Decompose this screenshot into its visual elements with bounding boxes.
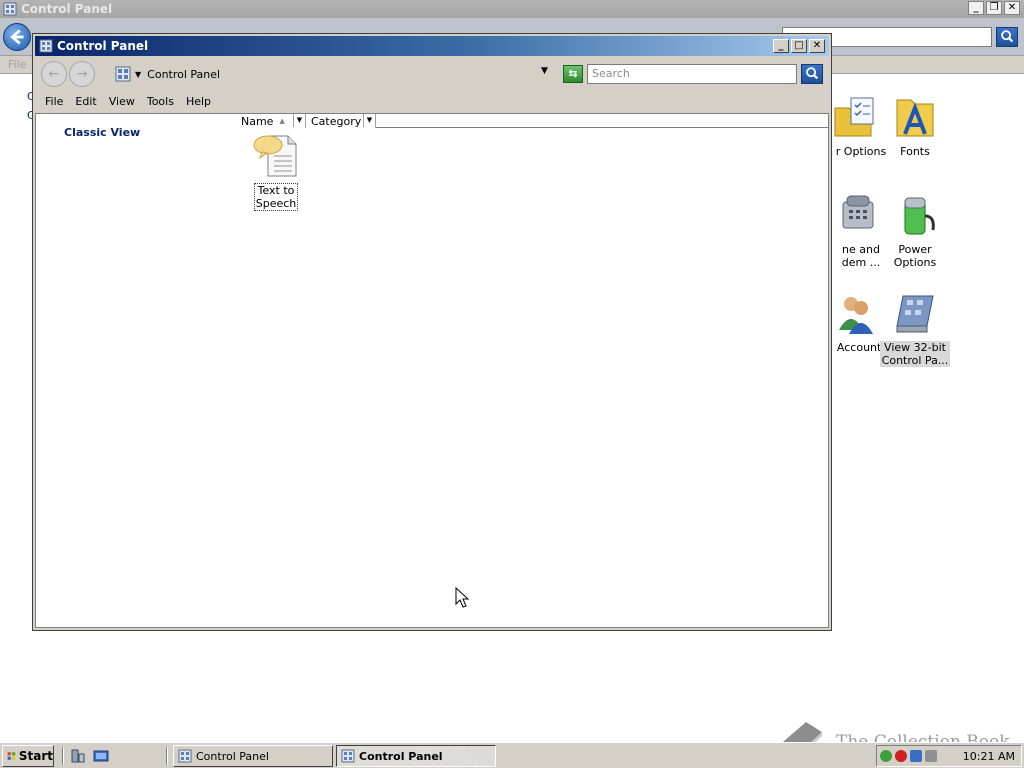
refresh-button[interactable]: ⇆ <box>563 65 583 83</box>
menu-help[interactable]: Help <box>180 92 217 112</box>
control-panel-window: Control Panel _ □ ✕ ← → ▼ Control Panel … <box>32 33 832 631</box>
background-menu-file[interactable]: File <box>8 58 26 71</box>
refresh-icon: ⇆ <box>568 67 578 80</box>
background-window-titlebar[interactable]: Control Panel _ ❐ ✕ <box>0 0 1024 18</box>
control-panel-icon <box>178 749 192 763</box>
taskbar: Start Control Panel Control Panel 10:21 … <box>0 742 1024 768</box>
quicklaunch-separator <box>166 747 168 765</box>
taskbar-button-control-panel[interactable]: Control Panel <box>173 745 333 767</box>
forward-arrow-icon: → <box>76 66 88 82</box>
menu-view[interactable]: View <box>103 92 141 112</box>
window-title: Control Panel <box>57 39 149 53</box>
chevron-down-icon[interactable]: ▼ <box>293 114 305 127</box>
background-caption-buttons: _ ❐ ✕ <box>968 1 1020 15</box>
list-item-label: Text to Speech <box>253 183 299 211</box>
minimize-button[interactable]: _ <box>968 1 984 15</box>
view-32bit-control-panel-item[interactable]: View 32-bit Control Pa... <box>876 290 954 367</box>
background-window-title: Control Panel <box>21 2 113 16</box>
search-input[interactable]: Search <box>587 64 797 84</box>
back-arrow-icon: ← <box>48 66 60 82</box>
power-options-item[interactable]: Power Options <box>876 192 954 269</box>
user-accounts-icon <box>839 297 873 334</box>
menu-edit[interactable]: Edit <box>69 92 102 112</box>
address-bar[interactable]: ▼ Control Panel <box>111 63 559 85</box>
sort-ascending-icon: ▲ <box>279 117 285 125</box>
control-panel-32bit-icon <box>896 295 934 333</box>
search-icon <box>1001 30 1014 43</box>
control-panel-icon <box>115 66 131 82</box>
volume-muted-icon[interactable] <box>925 750 937 762</box>
menu-file[interactable]: File <box>39 92 69 112</box>
background-search-button[interactable] <box>996 27 1018 47</box>
maximize-button[interactable]: □ <box>791 39 807 53</box>
menu-tools[interactable]: Tools <box>141 92 180 112</box>
control-panel-icon <box>341 749 355 763</box>
address-toolbar: ← → ▼ Control Panel ▼ ⇆ Search <box>35 58 829 90</box>
security-shield-icon[interactable] <box>880 750 892 762</box>
network-icon[interactable] <box>910 750 922 762</box>
phone-modem-icon <box>842 195 874 229</box>
window-caption-buttons: _ □ ✕ <box>773 39 825 53</box>
clock[interactable]: 10:21 AM <box>963 750 1015 763</box>
back-button[interactable]: ← <box>41 61 67 87</box>
forward-button[interactable]: → <box>69 61 95 87</box>
fonts-folder-icon <box>896 99 934 137</box>
breadcrumb-chevron-icon[interactable]: ▼ <box>135 70 141 79</box>
server-manager-icon[interactable] <box>70 748 86 764</box>
control-panel-icon <box>3 2 17 16</box>
alert-icon[interactable] <box>895 750 907 762</box>
start-label: Start <box>18 749 53 763</box>
control-panel-icon <box>39 39 53 53</box>
system-tray: 10:21 AM <box>876 745 1022 767</box>
folder-options-icon <box>834 97 874 137</box>
mouse-cursor-icon <box>455 587 469 608</box>
close-button[interactable]: ✕ <box>809 39 825 53</box>
windows-logo-icon <box>7 752 16 760</box>
taskbar-button-control-panel-active[interactable]: Control Panel <box>336 745 496 767</box>
menubar: File Edit View Tools Help <box>35 92 829 112</box>
column-header-name[interactable]: Name ▲ ▼ <box>236 114 306 128</box>
window-body: Classic View Name ▲ ▼ Category ▼ Text to… <box>35 113 829 628</box>
task-pane: Classic View <box>36 114 236 627</box>
list-item[interactable]: Text to Speech <box>252 132 300 211</box>
column-header-category[interactable]: Category ▼ <box>306 114 376 128</box>
search-icon <box>806 67 819 80</box>
show-desktop-icon[interactable] <box>93 748 109 764</box>
restore-button[interactable]: ❐ <box>986 1 1002 15</box>
address-path: Control Panel <box>147 67 221 81</box>
back-arrow-icon[interactable] <box>3 23 31 51</box>
close-button[interactable]: ✕ <box>1004 1 1020 15</box>
text-to-speech-icon <box>253 135 297 177</box>
chevron-down-icon[interactable]: ▼ <box>363 114 375 127</box>
address-dropdown-icon[interactable]: ▼ <box>541 66 548 76</box>
item-list: Name ▲ ▼ Category ▼ Text to Speech <box>236 114 828 627</box>
quicklaunch-separator <box>62 747 64 765</box>
classic-view-link[interactable]: Classic View <box>64 126 140 139</box>
search-button[interactable] <box>801 64 823 84</box>
start-button[interactable]: Start <box>2 745 54 767</box>
window-titlebar[interactable]: Control Panel _ □ ✕ <box>35 36 829 56</box>
power-options-icon <box>904 197 935 235</box>
minimize-button[interactable]: _ <box>773 39 789 53</box>
fonts-item[interactable]: Fonts <box>876 94 954 158</box>
column-headers: Name ▲ ▼ Category ▼ <box>236 114 828 128</box>
